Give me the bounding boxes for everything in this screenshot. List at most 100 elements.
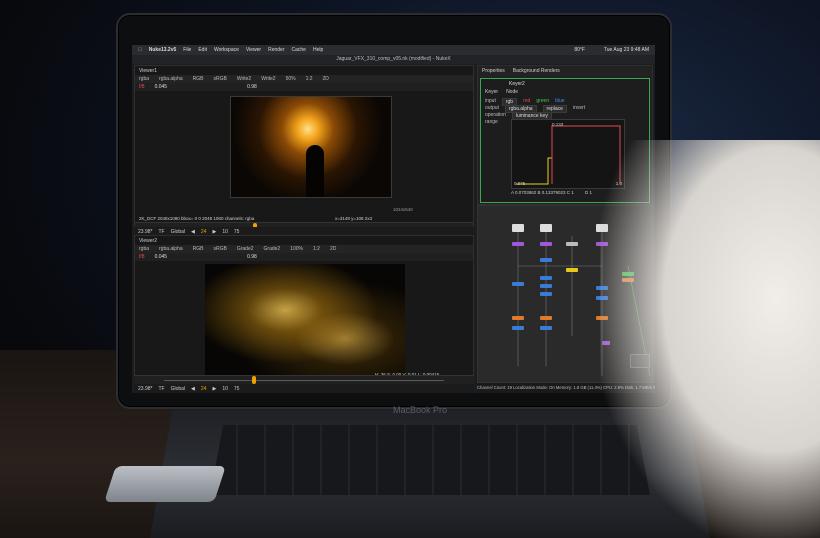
timeline-ruler — [164, 380, 444, 381]
input-b-select[interactable]: Grade2 — [264, 246, 281, 252]
channels-select[interactable]: rgba — [139, 76, 149, 82]
node-purple[interactable] — [540, 242, 552, 246]
input-a-select[interactable]: Write2 — [237, 76, 251, 82]
layer-select[interactable]: rgba.alpha — [159, 76, 183, 82]
tf-select[interactable]: TF — [158, 229, 164, 235]
node-orange[interactable] — [512, 316, 524, 320]
gain-field[interactable]: 0.045 — [155, 84, 168, 90]
viewer-bottom-toolbar: rgba rgba.alpha RGB sRGB Grade2 Grade2 1… — [135, 245, 473, 253]
frame-field[interactable]: 24 — [201, 386, 207, 392]
colorspace-select[interactable]: sRGB — [214, 246, 227, 252]
viewer-top-exposure: f/8 0.045 0.98 — [135, 83, 473, 91]
graph-label-c: 0.133 — [552, 122, 564, 127]
photo-scene:  Nuke13.2v5 File Edit Workspace Viewer … — [0, 0, 820, 538]
temperature: 80°F — [574, 47, 585, 53]
menu-viewer[interactable]: Viewer — [246, 47, 261, 53]
fps-field[interactable]: 23.98* — [138, 229, 152, 235]
menubar-clock[interactable]: Tue Aug 23 9:48 AM — [604, 47, 649, 53]
gamma-field[interactable]: 0.98 — [247, 254, 257, 260]
node-title[interactable]: Keyer2 — [509, 81, 525, 87]
input-a-select[interactable]: Grade2 — [237, 246, 254, 252]
end-frame-field[interactable]: 75 — [234, 386, 240, 392]
graph-label-a: 0.075 — [514, 181, 526, 186]
window-title: Jaguar_VFX_310_comp_v05.nk (modified) - … — [132, 55, 655, 64]
usb-hub — [104, 466, 226, 502]
tf-select[interactable]: TF — [158, 386, 164, 392]
read-node[interactable] — [540, 224, 552, 232]
node-blue[interactable] — [512, 326, 524, 330]
play-backward-icon[interactable]: ◀ — [191, 229, 195, 235]
node-blue[interactable] — [540, 292, 552, 296]
range-readout-d: D 1 — [585, 190, 593, 195]
node-grey[interactable] — [566, 242, 578, 246]
step-field[interactable]: 10 — [222, 386, 228, 392]
node-yellow[interactable] — [566, 268, 578, 272]
mode-select[interactable]: RGB — [193, 246, 204, 252]
viewer-top-info: 2K_DCF 2048x1080 bbox= 0 0 2048 1080 cha… — [139, 216, 255, 221]
scope-select[interactable]: Global — [171, 229, 185, 235]
viewer-top-tab[interactable]: Viewer1 — [139, 68, 157, 74]
read-node[interactable] — [512, 224, 524, 232]
layer-select[interactable]: rgba.alpha — [159, 246, 183, 252]
node-blue[interactable] — [540, 258, 552, 262]
zoom-select[interactable]: 50% — [286, 76, 296, 82]
person-arm — [600, 140, 820, 538]
tab-properties[interactable]: Properties — [482, 68, 505, 74]
swirl-fire-image — [205, 264, 405, 379]
view-select[interactable]: 2D — [330, 246, 336, 252]
node-blue[interactable] — [540, 326, 552, 330]
invert-checkbox[interactable]: invert — [573, 105, 585, 113]
node-blue[interactable] — [540, 276, 552, 280]
tab-node[interactable]: Node — [506, 89, 518, 95]
viewer-top-coords: x=3148 y=108 2x3 — [335, 216, 373, 221]
frame-field[interactable]: 24 — [201, 229, 207, 235]
tab-background-renders[interactable]: Background Renders — [513, 68, 560, 74]
node-purple[interactable] — [512, 242, 524, 246]
ratio-select[interactable]: 1:2 — [313, 246, 320, 252]
gamma-field[interactable]: 0.98 — [247, 84, 257, 90]
menu-file[interactable]: File — [183, 47, 191, 53]
viewer-bottom-exposure: f/8 0.045 0.98 — [135, 253, 473, 261]
menu-help[interactable]: Help — [313, 47, 323, 53]
channels-select[interactable]: rgba — [139, 246, 149, 252]
step-field[interactable]: 10 — [222, 229, 228, 235]
viewer-top[interactable]: Viewer1 rgba rgba.alpha RGB sRGB Write2 … — [134, 65, 474, 235]
properties-tabs: Properties Background Renders — [482, 68, 560, 74]
laptop-brand-label: MacBook Pro — [392, 405, 448, 415]
mode-select[interactable]: RGB — [193, 76, 204, 82]
viewer-top-toolbar: rgba rgba.alpha RGB sRGB Write2 Write2 5… — [135, 75, 473, 83]
timeline-playhead[interactable] — [252, 376, 256, 384]
silhouette-figure — [306, 145, 324, 197]
menu-render[interactable]: Render — [268, 47, 284, 53]
viewer-bottom[interactable]: Viewer2 rgba rgba.alpha RGB sRGB Grade2 … — [134, 235, 474, 393]
macos-menubar:  Nuke13.2v5 File Edit Workspace Viewer … — [132, 45, 655, 55]
viewer-bottom-tab[interactable]: Viewer2 — [139, 238, 157, 244]
input-b-select[interactable]: Write2 — [261, 76, 275, 82]
scope-select[interactable]: Global — [171, 386, 185, 392]
apple-icon[interactable]:  — [138, 47, 142, 53]
frame-size-label: 1024x540 — [393, 207, 413, 212]
gain-field[interactable]: 0.045 — [155, 254, 168, 260]
fstop-field[interactable]: f/8 — [139, 84, 145, 90]
menu-cache[interactable]: Cache — [292, 47, 306, 53]
play-forward-icon[interactable]: ▶ — [212, 229, 216, 235]
node-orange[interactable] — [540, 316, 552, 320]
node-blue[interactable] — [540, 284, 552, 288]
transport-controls-bottom: 23.98* TF Global ◀ 24 ▶ 10 75 — [134, 384, 474, 393]
view-select[interactable]: 2D — [323, 76, 329, 82]
play-backward-icon[interactable]: ◀ — [191, 386, 195, 392]
range-row: range — [485, 119, 498, 125]
laptop-keyboard — [210, 425, 650, 495]
fstop-field[interactable]: f/8 — [139, 254, 145, 260]
tab-keyer[interactable]: Keyer — [485, 89, 498, 95]
ratio-select[interactable]: 1:2 — [306, 76, 313, 82]
menu-edit[interactable]: Edit — [198, 47, 207, 53]
end-frame-field[interactable]: 75 — [234, 229, 240, 235]
menu-app[interactable]: Nuke13.2v5 — [149, 47, 177, 53]
play-forward-icon[interactable]: ▶ — [212, 386, 216, 392]
zoom-select[interactable]: 100% — [290, 246, 303, 252]
menu-workspace[interactable]: Workspace — [214, 47, 239, 53]
fps-field[interactable]: 23.98* — [138, 386, 152, 392]
colorspace-select[interactable]: sRGB — [214, 76, 227, 82]
node-blue[interactable] — [512, 282, 524, 286]
